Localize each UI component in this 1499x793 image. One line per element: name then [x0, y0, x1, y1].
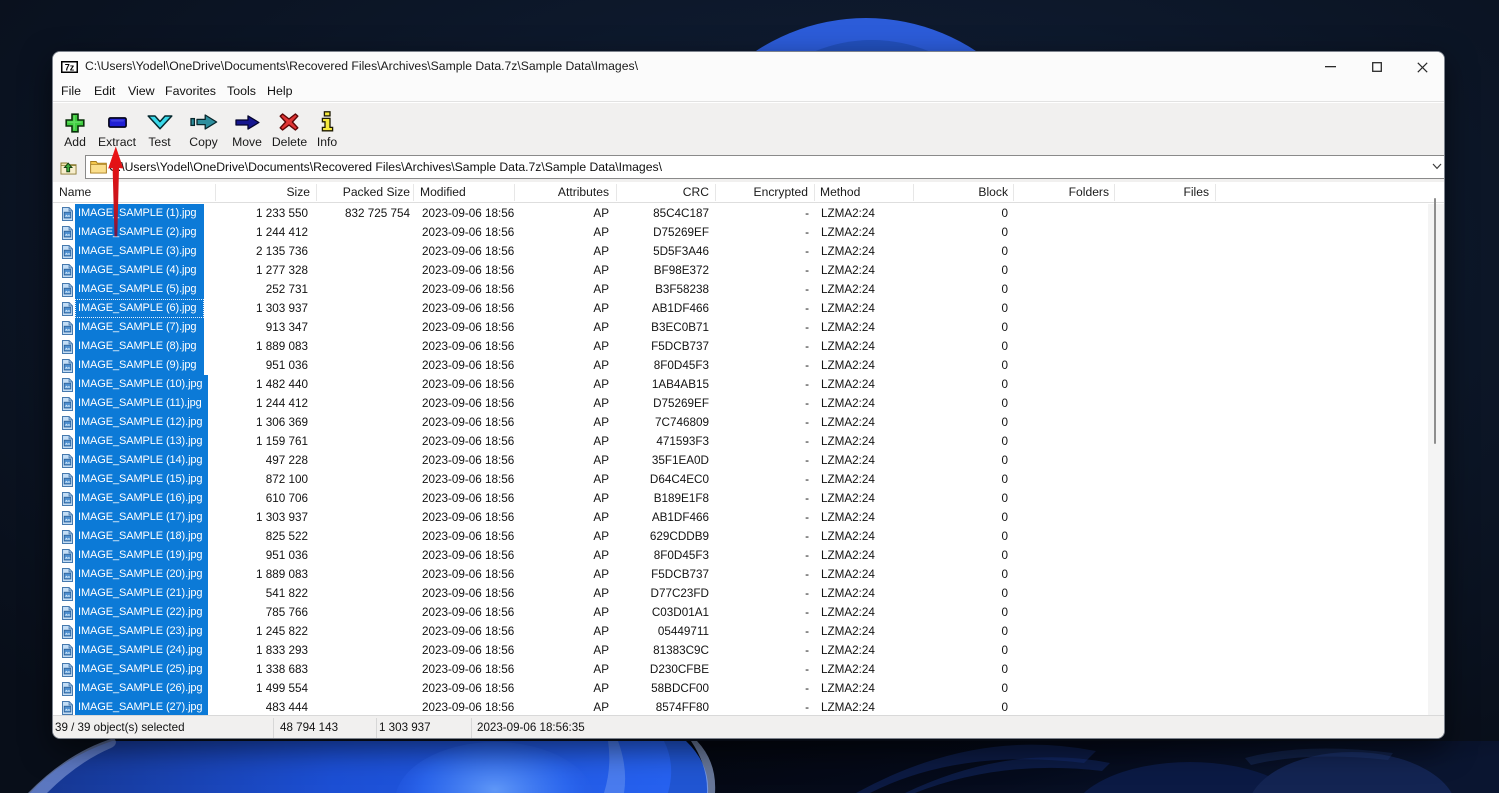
svg-text:7z: 7z — [65, 62, 75, 72]
